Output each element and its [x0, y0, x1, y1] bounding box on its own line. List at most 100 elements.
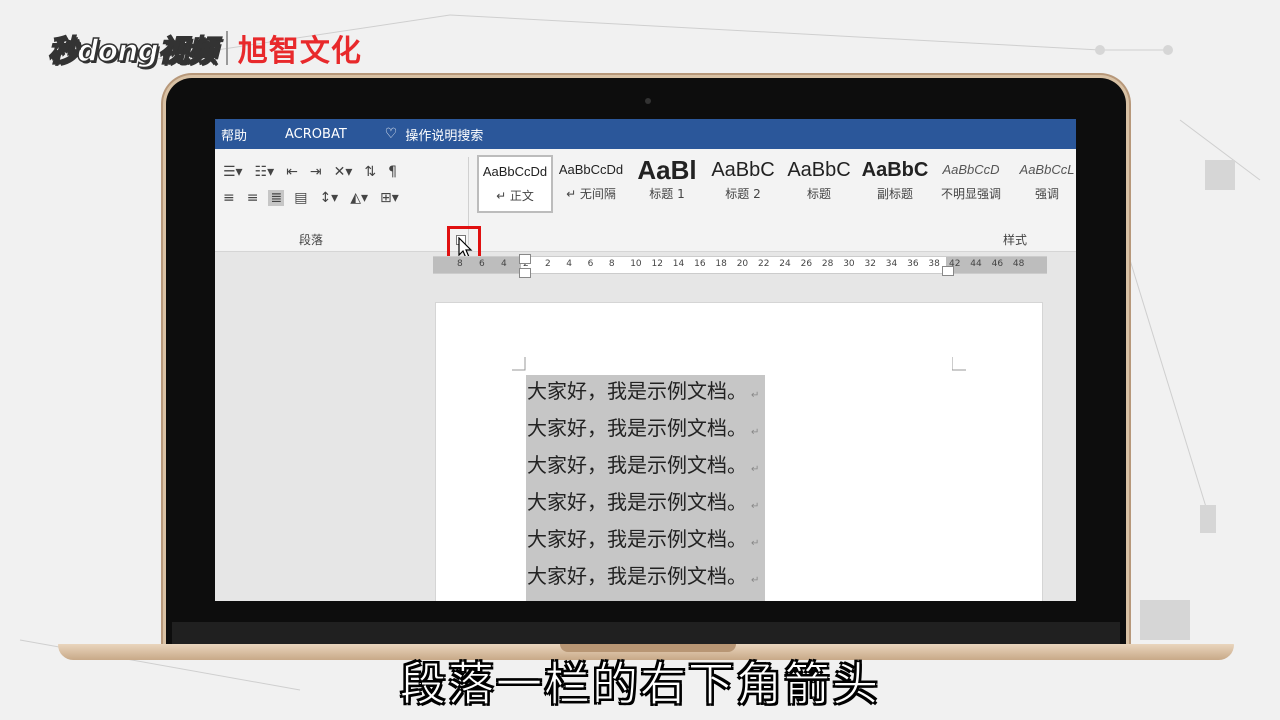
paragraph-mark-icon: ↵: [751, 538, 760, 549]
tab-help[interactable]: 帮助: [221, 125, 257, 144]
style-heading-1[interactable]: AaBl 标题 1: [629, 155, 705, 213]
xuzhi-logo: 旭智文化: [237, 34, 362, 69]
first-line-indent-marker[interactable]: [519, 254, 531, 264]
left-indent-marker[interactable]: [519, 268, 531, 278]
ruler-number: 20: [736, 259, 749, 269]
paragraph-mark-icon: ↵: [751, 427, 760, 438]
show-marks-icon[interactable]: ¶: [386, 164, 399, 180]
document-line[interactable]: 大家好，我是示例文档。 ↵: [527, 560, 759, 597]
logo-divider: [225, 31, 228, 65]
ruler-number: 12: [651, 259, 663, 269]
paragraph-mark-icon: ↵: [751, 464, 760, 475]
ruler-number: 22: [758, 259, 770, 269]
camera: [645, 98, 651, 104]
style-no-spacing[interactable]: AaBbCcDd ↵ 无间隔: [553, 155, 629, 213]
lightbulb-icon[interactable]: ♡: [385, 126, 398, 142]
paragraph-tools: ☰▾ ☷▾ ⇤ ⇥ ✕▾ ⇅ ¶ ≡ ≡ ≣ ▤ ↕▾ ◭▾ ⊞▾: [221, 159, 461, 219]
ribbon-tab-bar: 帮助 ACROBAT ♡ 操作说明搜索: [215, 119, 1076, 149]
sort-icon[interactable]: ⇅: [362, 164, 378, 180]
styles-group-label: 样式: [1003, 233, 1028, 247]
ruler-number: 26: [800, 259, 813, 269]
chinese-layout-icon[interactable]: ✕▾: [332, 164, 355, 180]
shading-icon[interactable]: ◭▾: [348, 190, 370, 206]
document-line[interactable]: 大家好，我是示例文档。 ↵: [527, 375, 759, 412]
ruler-number: 46: [991, 259, 1004, 269]
right-indent-marker[interactable]: [942, 266, 954, 276]
style-preview: AaBbCcL: [1019, 162, 1075, 177]
ruler-number: 16: [694, 259, 706, 269]
ruler-number: 6: [479, 259, 485, 269]
ruler-number: 6: [587, 259, 594, 269]
style-name: 强调: [1034, 187, 1059, 201]
ruler-number: 28: [821, 259, 834, 269]
style-name: 标题 2: [725, 187, 761, 201]
margin-corner-mark: [512, 357, 526, 371]
align-right-icon[interactable]: ≡: [245, 190, 261, 206]
document-line[interactable]: 大家好，我是示例文档。 ↵: [527, 523, 759, 560]
style-subtle-emphasis[interactable]: AaBbCcD 不明显强调: [933, 155, 1009, 213]
numbering-icon[interactable]: ☷▾: [253, 164, 277, 180]
style-preview: AaBl: [637, 155, 697, 185]
tell-me-search[interactable]: 操作说明搜索: [405, 125, 483, 144]
ruler-number: 24: [779, 259, 791, 269]
style-normal[interactable]: AaBbCcDd ↵ 正文: [477, 155, 553, 213]
ribbon: ☰▾ ☷▾ ⇤ ⇥ ✕▾ ⇅ ¶ ≡ ≡ ≣ ▤ ↕▾ ◭▾ ⊞▾ 段落 AaB: [215, 149, 1076, 252]
ruler-number: 44: [970, 259, 982, 269]
ruler-number: 14: [672, 259, 685, 269]
style-subtitle[interactable]: AaBbC 副标题: [857, 155, 933, 213]
justify-icon[interactable]: ≣: [268, 190, 285, 206]
ruler-number: 38: [928, 259, 940, 269]
style-preview: AaBbC: [861, 159, 929, 181]
word-window: 帮助 ACROBAT ♡ 操作说明搜索 ☰▾ ☷▾ ⇤ ⇥ ✕▾ ⇅ ¶ ≡ ≡…: [215, 119, 1076, 601]
style-preview: AaBbCcDd: [558, 162, 624, 177]
paragraph-group-label: 段落: [299, 233, 324, 247]
align-left-icon[interactable]: ≡: [221, 190, 237, 206]
ruler-number: 2: [545, 259, 551, 269]
margin-corner-mark: [952, 357, 966, 371]
style-title[interactable]: AaBbC 标题: [781, 155, 857, 213]
document-line-text: 大家好，我是示例文档。: [527, 416, 747, 440]
document-line[interactable]: 大家好，我是示例文档。 ↵: [527, 412, 759, 449]
style-name: 副标题: [876, 187, 913, 201]
style-preview: AaBbC: [711, 159, 775, 181]
ruler-number: 34: [885, 259, 898, 269]
ruler-number: 4: [566, 259, 573, 269]
document-page[interactable]: 大家好，我是示例文档。 ↵ 大家好，我是示例文档。 ↵ 大家好，我是示例文档。 ↵ 大家好，…: [435, 302, 1043, 601]
document-line-text: 大家好，我是示例文档。: [527, 453, 747, 477]
horizontal-ruler[interactable]: 8 6 4 2 2 4 6 8 10 12 14 16 18 20 22 24 26 28 30 32 34 36 38 42…: [433, 254, 1047, 278]
document-line[interactable]: 大家好，我是示例文档。 ↵: [527, 449, 759, 486]
laptop-bezel-bottom: [172, 622, 1120, 644]
style-preview: AaBbCcD: [942, 162, 1000, 177]
style-name: ↵ 无间隔: [566, 187, 616, 201]
style-name: 标题: [806, 187, 831, 201]
style-heading-2[interactable]: AaBbC 标题 2: [705, 155, 781, 213]
style-name: 不明显强调: [940, 187, 1001, 201]
ruler-number: 36: [907, 259, 919, 269]
selected-text-block[interactable]: 大家好，我是示例文档。 ↵ 大家好，我是示例文档。 ↵ 大家好，我是示例文档。 ↵ 大家好，…: [526, 375, 766, 601]
ruler-number: 4: [501, 259, 507, 269]
paragraph-mark-icon: ↵: [751, 575, 760, 586]
tab-acrobat[interactable]: ACROBAT: [285, 127, 357, 142]
video-subtitle: 段落一栏的右下角箭头: [400, 657, 880, 712]
style-preview: AaBbCcDd: [482, 164, 548, 179]
styles-gallery: AaBbCcDd ↵ 正文 AaBbCcDd ↵ 无间隔 AaBl 标题 1 A…: [477, 155, 1076, 213]
distributed-icon[interactable]: ▤: [292, 190, 309, 206]
borders-icon[interactable]: ⊞▾: [378, 190, 401, 206]
document-line[interactable]: 大家好，我是示例文档。 ↵: [527, 486, 759, 523]
bullets-icon[interactable]: ☰▾: [221, 164, 245, 180]
ruler-number: 8: [457, 259, 463, 269]
ruler-number: 48: [1012, 259, 1025, 269]
ruler-number: 32: [864, 259, 876, 269]
line-spacing-icon[interactable]: ↕▾: [317, 190, 340, 206]
style-emphasis[interactable]: AaBbCcL 强调: [1009, 155, 1076, 213]
miaodong-logo: 秒dong视频: [47, 33, 217, 70]
decrease-indent-icon[interactable]: ⇤: [284, 164, 300, 180]
document-line-text: 大家好，我是示例文档。: [527, 379, 747, 403]
style-name: 标题 1: [649, 187, 685, 201]
document-line-text: 大家好，我是示例文档。: [527, 490, 747, 514]
increase-indent-icon[interactable]: ⇥: [308, 164, 324, 180]
paragraph-mark-icon: ↵: [751, 501, 760, 512]
document-line-text: 大家好，我是示例文档。: [527, 564, 747, 588]
ruler-number: 18: [715, 259, 727, 269]
style-name: ↵ 正文: [496, 189, 534, 203]
